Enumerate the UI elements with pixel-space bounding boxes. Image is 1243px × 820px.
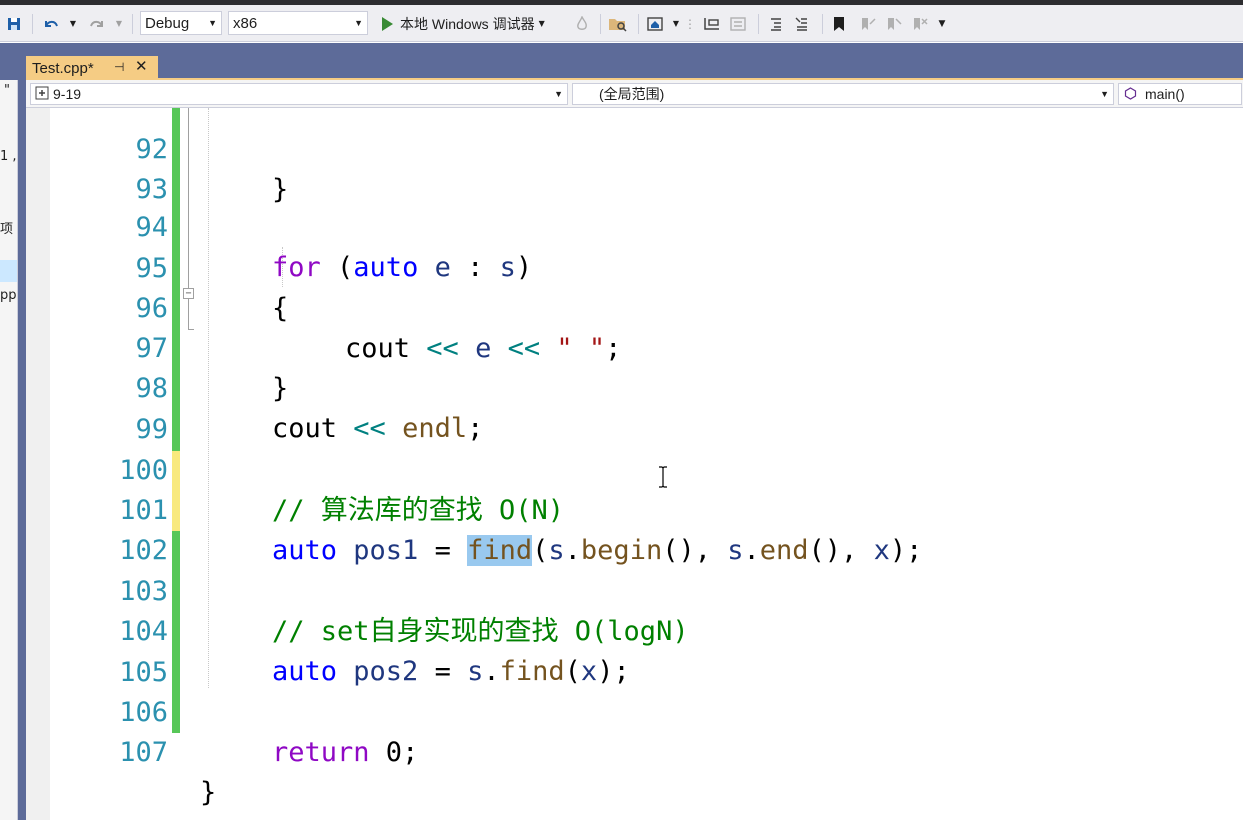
toolbar-separator xyxy=(32,14,33,34)
pin-icon[interactable]: ⊣ xyxy=(114,60,124,74)
undo-icon[interactable] xyxy=(40,5,62,42)
code-line-98: 98 cout << endl; xyxy=(26,329,1243,444)
save-all-icon[interactable] xyxy=(4,5,26,42)
toolbar-overflow-icon[interactable]: ▼ xyxy=(934,5,950,42)
text-cursor-icon xyxy=(658,466,668,488)
start-debugging-button[interactable]: 本地 Windows 调试器 ▼ xyxy=(400,5,570,42)
class-icon xyxy=(35,86,49,103)
panel-fragment[interactable]: pp xyxy=(0,288,17,303)
code-text: } xyxy=(200,777,217,808)
code-line-107: 107 } xyxy=(26,693,1243,808)
code-line-95: 95 { xyxy=(26,209,1243,324)
member-value: main() xyxy=(1145,86,1185,102)
standard-toolbar: ▼ ▼ Debug ▼ x86 ▼ 本地 Windows 调试器 ▼ ▼ ⋮ ▼ xyxy=(0,5,1243,42)
undo-dropdown-icon[interactable]: ▼ xyxy=(66,5,80,42)
toolbar-separator xyxy=(600,14,601,34)
chevron-down-icon: ▼ xyxy=(354,18,363,28)
code-line-96: 96 cout << e << " "; xyxy=(26,249,1243,364)
tab-title: Test.cpp* xyxy=(32,59,94,77)
selected-item-highlight xyxy=(0,260,17,282)
chevron-down-icon[interactable]: ▼ xyxy=(670,5,682,42)
toolbar-separator xyxy=(822,14,823,34)
comment-icon[interactable] xyxy=(764,5,788,42)
project-value: 9-19 xyxy=(53,86,82,102)
code-line-92: 92 } xyxy=(26,108,1243,205)
scope-select[interactable]: (全局范围) ▼ xyxy=(572,83,1114,105)
play-icon[interactable] xyxy=(376,5,398,42)
toolbar-separator xyxy=(638,14,639,34)
redo-icon[interactable] xyxy=(86,5,108,42)
panel-splitter[interactable] xyxy=(18,43,26,820)
scope-value: (全局范围) xyxy=(599,86,665,102)
step-icon[interactable] xyxy=(700,5,724,42)
panel-fragment[interactable]: 1 , xyxy=(0,149,17,164)
code-line-93: 93 xyxy=(26,130,1243,205)
document-tab-row: Test.cpp* ⊣ ✕ xyxy=(0,43,1243,80)
method-icon xyxy=(1124,87,1137,103)
number-literal: 0 xyxy=(369,737,403,768)
start-debugging-label: 本地 Windows 调试器 xyxy=(400,15,535,32)
keyword: return xyxy=(272,737,370,768)
uncomment-icon[interactable] xyxy=(790,5,814,42)
code-line-102: 102 xyxy=(26,491,1243,566)
code-line-101: 101 auto pos1 = find(s.begin(), s.end(),… xyxy=(26,451,1243,566)
code-line-106: 106 return 0; xyxy=(26,653,1243,768)
code-editor[interactable]: − 92 } 93 94 for (auto e : s) 95 { 96 co… xyxy=(26,108,1243,820)
code-line-104: 104 auto pos2 = s.find(x); xyxy=(26,572,1243,687)
fire-icon[interactable] xyxy=(572,5,592,42)
bookmark-icon[interactable] xyxy=(828,5,850,42)
list-members-icon[interactable] xyxy=(726,5,750,42)
toolbar-separator xyxy=(758,14,759,34)
panel-fragment[interactable]: 项 xyxy=(0,218,13,237)
folder-search-icon[interactable] xyxy=(606,5,630,42)
code-text: ; xyxy=(402,737,419,768)
solution-config-value: Debug xyxy=(145,14,190,32)
next-bookmark-icon[interactable] xyxy=(882,5,904,42)
clear-bookmark-icon[interactable] xyxy=(908,5,930,42)
code-line-94: 94 for (auto e : s) xyxy=(26,168,1243,283)
home-icon[interactable] xyxy=(644,5,666,42)
solution-platform-value: x86 xyxy=(233,14,258,32)
chevron-down-icon: ▼ xyxy=(208,18,217,28)
grip-icon: ⋮ xyxy=(684,16,696,31)
solution-config-select[interactable]: Debug ▼ xyxy=(140,11,222,35)
solution-explorer-strip: I " 1 , 项 pp xyxy=(0,43,18,820)
line-number: 107 xyxy=(119,737,168,768)
code-line-103: 103 // set自身实现的查找 O(logN) xyxy=(26,532,1243,647)
code-line-99: 99 xyxy=(26,370,1243,445)
toolbar-separator xyxy=(132,14,133,34)
tab-test-cpp[interactable]: Test.cpp* ⊣ ✕ xyxy=(26,56,158,80)
member-select[interactable]: main() xyxy=(1118,83,1242,105)
chevron-down-icon: ▼ xyxy=(1100,89,1109,99)
code-line-105: 105 xyxy=(26,613,1243,688)
solution-platform-select[interactable]: x86 ▼ xyxy=(228,11,368,35)
chevron-down-icon: ▼ xyxy=(554,89,563,99)
navigation-bar: 9-19 ▼ (全局范围) ▼ main() xyxy=(26,80,1243,108)
close-icon[interactable]: ✕ xyxy=(135,57,148,75)
code-line-100: 100 // 算法库的查找 O(N) xyxy=(26,411,1243,526)
panel-fragment: " xyxy=(4,83,10,98)
prev-bookmark-icon[interactable] xyxy=(856,5,878,42)
code-line-97: 97 } xyxy=(26,289,1243,404)
chevron-down-icon: ▼ xyxy=(538,19,545,28)
redo-dropdown-icon[interactable]: ▼ xyxy=(112,5,126,42)
project-select[interactable]: 9-19 ▼ xyxy=(30,83,568,105)
